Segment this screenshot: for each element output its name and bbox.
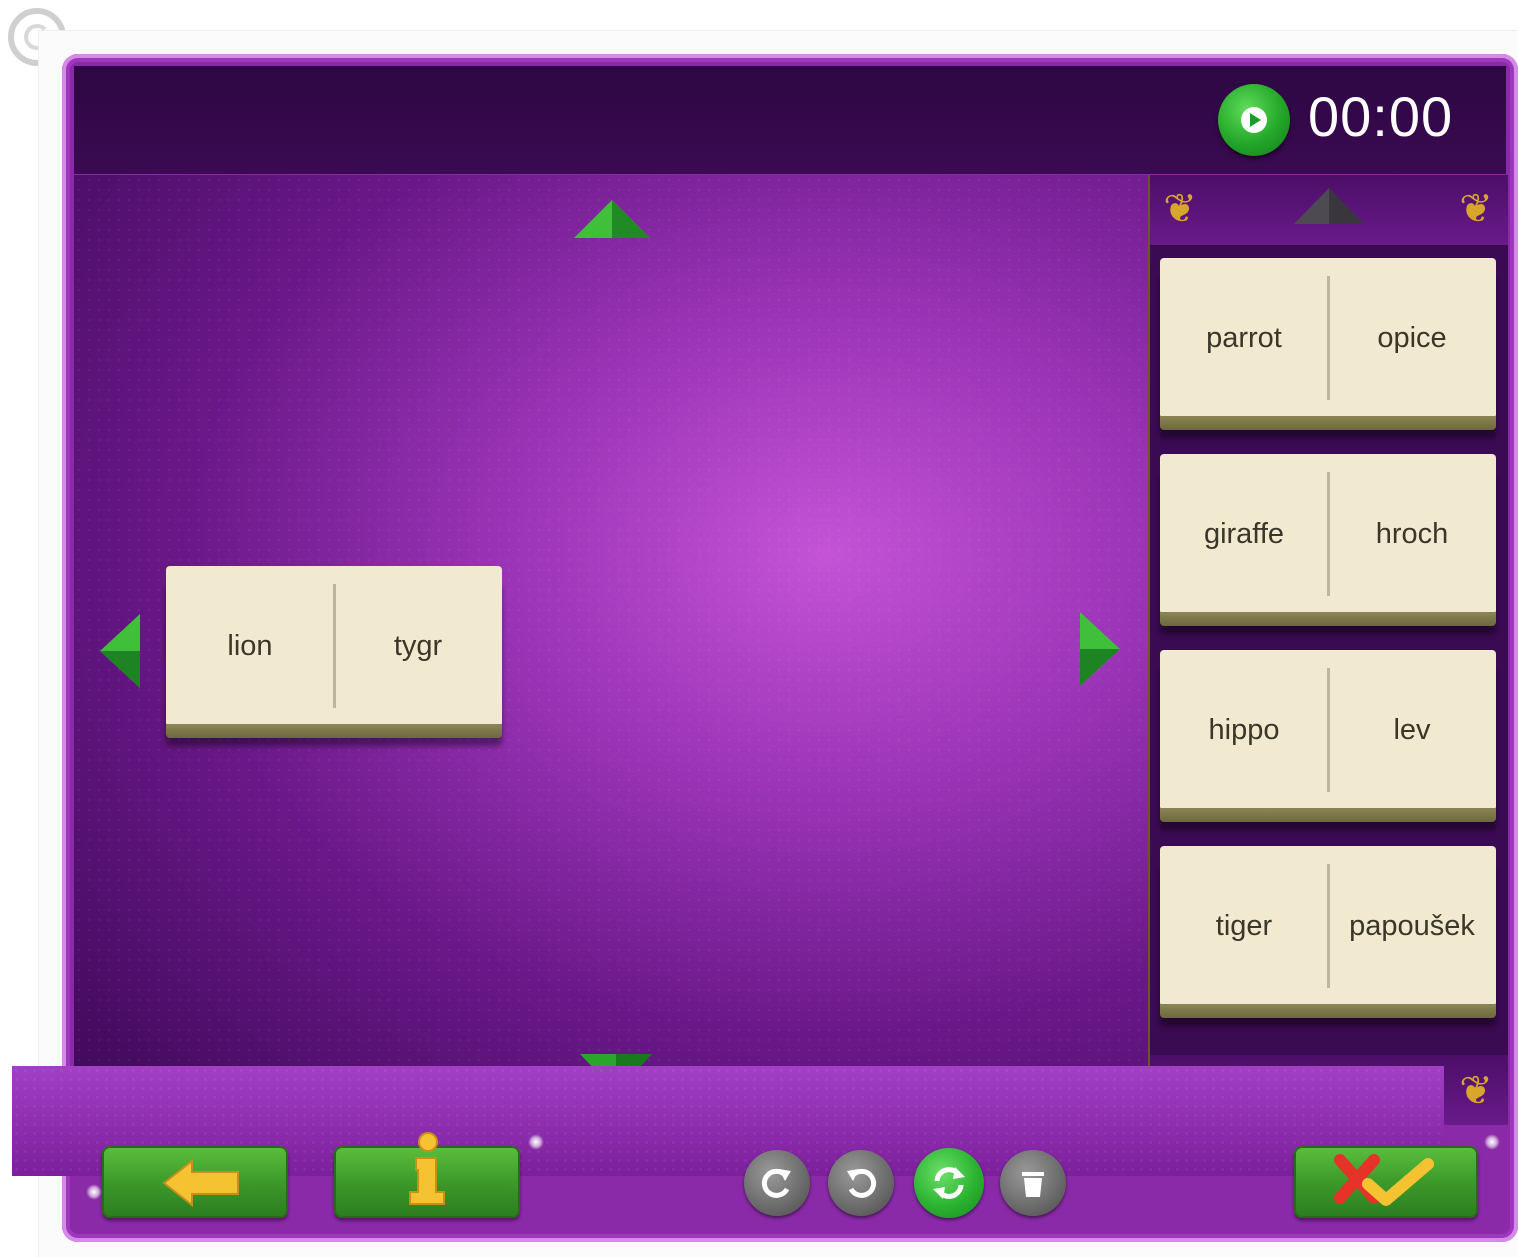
back-button[interactable] (102, 1146, 288, 1218)
placed-domino-tile[interactable]: lion tygr (166, 566, 502, 738)
timer-display: 00:00 (1308, 85, 1454, 148)
play-icon (1241, 107, 1267, 133)
tile-right-word: opice (1377, 321, 1447, 354)
trash-icon (1022, 1172, 1044, 1197)
tray-domino-tile[interactable]: giraffe hroch (1160, 454, 1496, 626)
info-button[interactable] (334, 1132, 520, 1218)
restart-button[interactable] (914, 1148, 984, 1218)
tile-right-word: hroch (1375, 517, 1449, 550)
tile-left-word: giraffe (1203, 517, 1285, 550)
tile-left-word: tiger (1215, 909, 1273, 942)
tray-domino-tile[interactable]: hippo lev (1160, 650, 1496, 822)
tray-domino-tile[interactable]: tiger papoušek (1160, 846, 1496, 1018)
sparkle (1484, 1134, 1500, 1150)
redo-icon (847, 1168, 877, 1198)
start-timer-button[interactable] (1218, 84, 1290, 156)
scroll-up-arrow-icon[interactable] (572, 198, 652, 240)
delete-button[interactable] (1000, 1150, 1066, 1216)
tile-right-word: papoušek (1349, 909, 1475, 942)
info-icon (409, 1132, 445, 1205)
undo-icon (761, 1168, 791, 1198)
restart-icon (933, 1167, 965, 1199)
tile-right-word: tygr (393, 629, 443, 662)
tile-left-word: parrot (1206, 321, 1282, 354)
sparkle (528, 1134, 544, 1150)
tile-left-word: hippo (1208, 713, 1280, 746)
scroll-right-arrow-icon[interactable] (1078, 610, 1122, 688)
check-answer-button[interactable] (1294, 1146, 1478, 1218)
ornament-icon: ❦ (1459, 187, 1493, 231)
check-cross-icon (1334, 1154, 1434, 1206)
tile-left-word: lion (227, 629, 273, 662)
ornament-icon: ❦ (1459, 1069, 1493, 1113)
ornament-icon: ❦ (1163, 187, 1197, 231)
scroll-left-arrow-icon[interactable] (98, 612, 142, 690)
tile-right-word: lev (1393, 713, 1431, 746)
tray-scroll-up-icon[interactable] (1292, 186, 1366, 226)
tray-domino-tile[interactable]: parrot opice (1160, 258, 1496, 430)
top-bar (74, 66, 1506, 174)
sparkle (86, 1184, 102, 1200)
redo-button[interactable] (828, 1150, 894, 1216)
back-arrow-icon (162, 1158, 239, 1208)
undo-button[interactable] (744, 1150, 810, 1216)
